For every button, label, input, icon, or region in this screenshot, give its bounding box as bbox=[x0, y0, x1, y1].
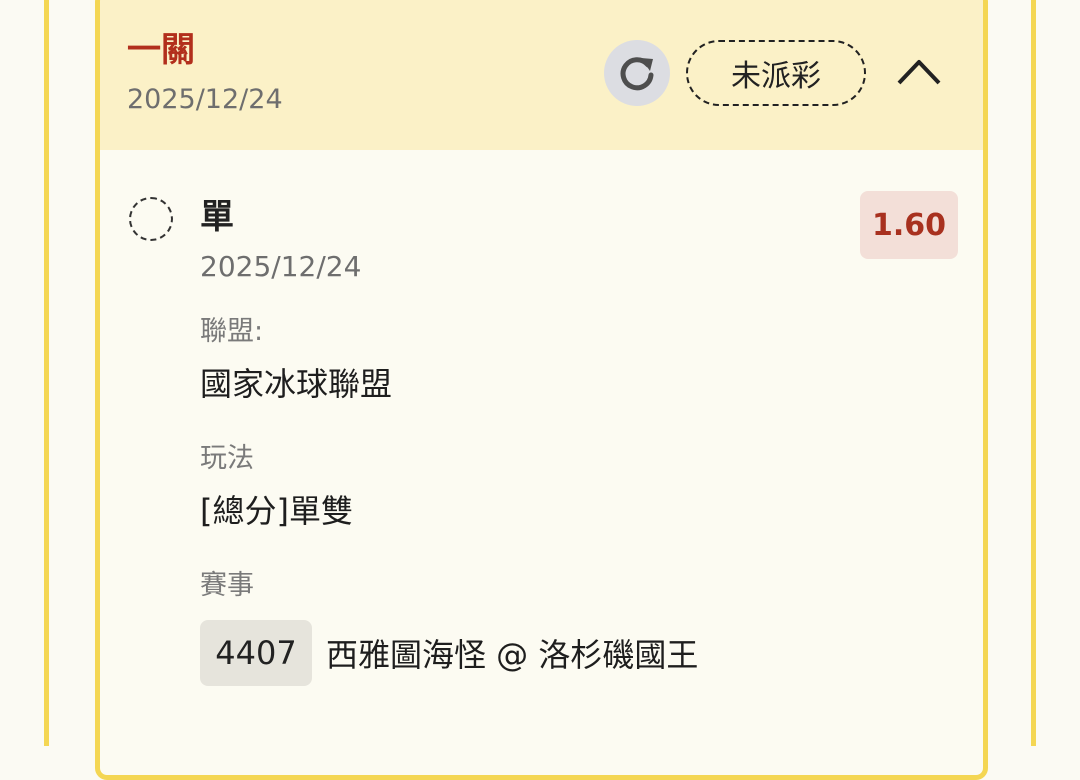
odds-badge: 1.60 bbox=[860, 191, 958, 259]
refresh-icon bbox=[620, 57, 654, 91]
league-value: 國家冰球聯盟 bbox=[200, 365, 393, 403]
parlay-title: 一關 bbox=[127, 30, 195, 70]
bet-date: 2025/12/24 bbox=[200, 250, 362, 283]
bet-card: 一關 2025/12/24 未派彩 單 2025/12/24 1.60 聯盟: … bbox=[95, 0, 988, 780]
match-row: 4407 西雅圖海怪 @ 洛杉磯國王 bbox=[200, 620, 698, 686]
header-date: 2025/12/24 bbox=[127, 84, 283, 115]
right-border-line bbox=[1031, 0, 1036, 746]
bet-selection: 單 bbox=[200, 197, 234, 237]
chevron-up-icon bbox=[897, 60, 941, 85]
match-name: 西雅圖海怪 @ 洛杉磯國王 bbox=[326, 636, 699, 674]
refresh-button[interactable] bbox=[604, 40, 670, 106]
left-border-line bbox=[44, 0, 49, 746]
card-header: 一關 2025/12/24 未派彩 bbox=[100, 0, 983, 150]
play-value: [總分]單雙 bbox=[200, 492, 353, 530]
match-id-badge: 4407 bbox=[200, 620, 312, 686]
league-label: 聯盟: bbox=[200, 316, 264, 347]
play-label: 玩法 bbox=[200, 443, 254, 474]
collapse-button[interactable] bbox=[896, 51, 942, 91]
status-badge: 未派彩 bbox=[686, 40, 866, 106]
select-circle-icon[interactable] bbox=[129, 197, 173, 241]
match-label: 賽事 bbox=[200, 570, 254, 601]
